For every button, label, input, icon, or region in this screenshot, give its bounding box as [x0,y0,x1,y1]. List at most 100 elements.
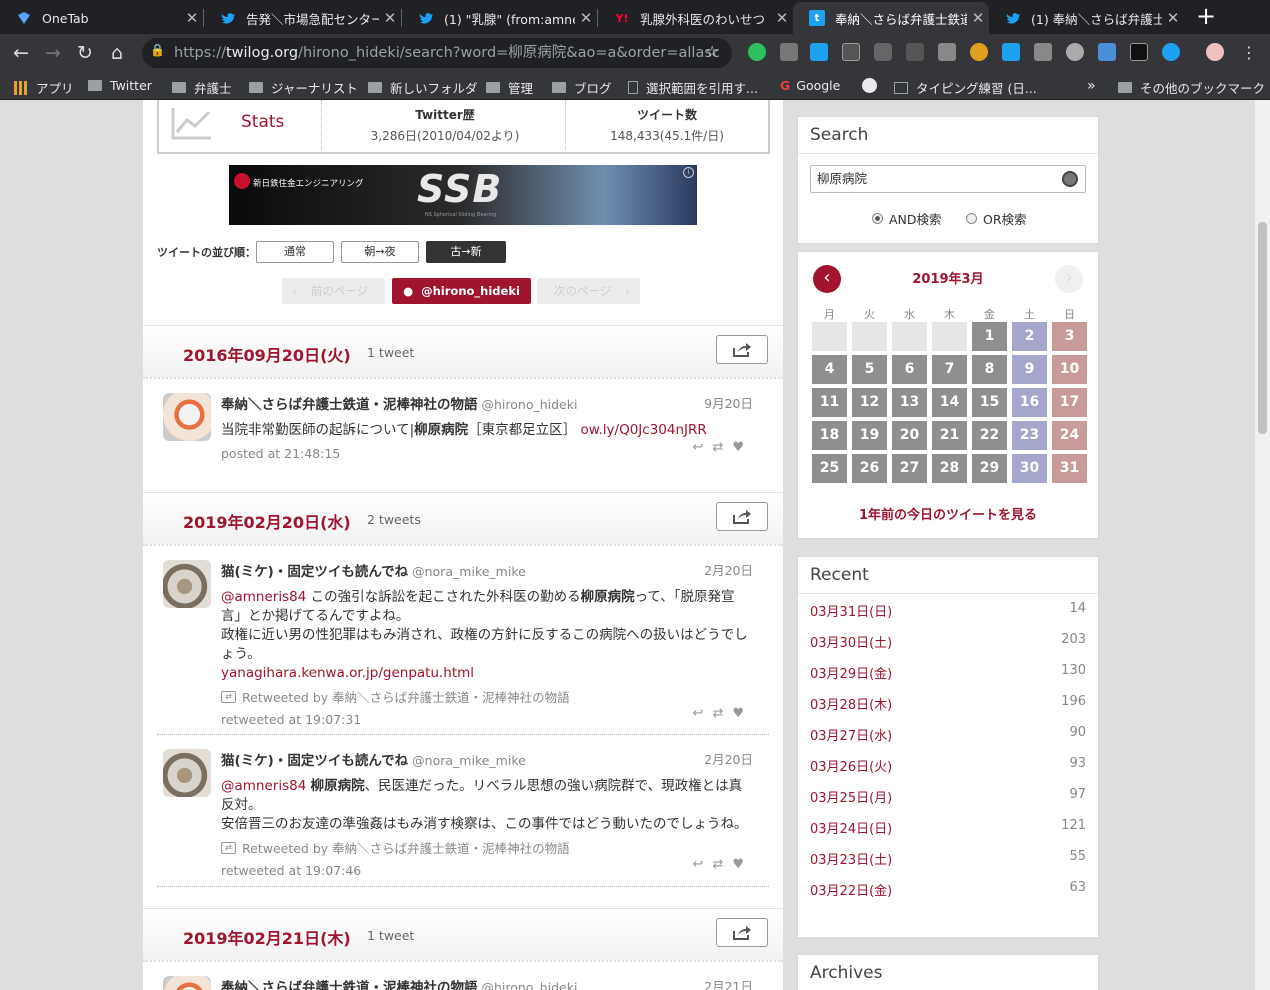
reply-icon[interactable]: ↩ [693,857,713,872]
calendar-day[interactable]: 8 [972,355,1007,384]
bookmark-other[interactable]: その他のブックマーク [1118,78,1265,97]
posted-time[interactable]: posted at 21:48:15 [221,446,753,461]
share-button[interactable] [716,335,768,364]
bookmark-google[interactable]: G Google [780,78,840,93]
posted-time[interactable]: retweeted at 19:07:46 [221,863,753,878]
calendar-day[interactable]: 2 [1012,322,1047,351]
twitter-extension-icon[interactable] [810,43,828,61]
calendar-day[interactable]: 16 [1012,388,1047,417]
calendar-day[interactable]: 21 [932,421,967,450]
calendar-day[interactable]: 24 [1052,421,1087,450]
or-search-radio[interactable]: OR検索 [966,209,1027,228]
calendar-day[interactable]: 3 [1052,322,1087,351]
menu-dots-icon[interactable]: ⋮ [1236,40,1262,66]
date-link[interactable]: 2016年09月20日(火) [183,342,351,366]
and-search-radio[interactable]: AND検索 [872,209,942,228]
close-icon[interactable]: ✕ [181,9,203,27]
user-page-button[interactable]: ● @hirono_hideki [392,278,531,304]
tweet-user-name[interactable]: 猫(ミケ)・固定ツイも読んでね [221,753,408,769]
date-link[interactable]: 2019年02月21日(木) [183,925,351,949]
recent-date[interactable]: 03月29日(金) [810,663,892,682]
calendar-day[interactable]: 15 [972,388,1007,417]
calendar-day[interactable]: 26 [852,454,887,483]
calendar-day[interactable]: 27 [892,454,927,483]
close-icon[interactable]: ✕ [1162,9,1184,27]
github-icon[interactable] [862,78,877,93]
page-scrollbar-thumb[interactable] [1258,222,1267,434]
recent-item[interactable]: 03月27日(水) 90 [810,717,1086,748]
calendar-day[interactable]: 29 [972,454,1007,483]
recent-date[interactable]: 03月30日(土) [810,632,892,651]
recent-date[interactable]: 03月22日(金) [810,880,892,899]
pocket-extension-icon[interactable] [874,43,892,61]
sort-normal-button[interactable]: 通常 [256,241,334,263]
avatar[interactable] [163,749,211,797]
calendar-day[interactable]: 9 [1012,355,1047,384]
recent-item[interactable]: 03月25日(月) 97 [810,779,1086,810]
recent-date[interactable]: 03月24日(日) [810,818,892,837]
tweet-link[interactable]: ow.ly/Q0Jc304nJRR [580,422,706,438]
calendar-day[interactable]: 22 [972,421,1007,450]
sort-old-new-button[interactable]: 古→新 [426,241,506,263]
calendar-day[interactable]: 20 [892,421,927,450]
tab-twilog-active[interactable]: t 奉納＼さらば弁護士鉄道 ✕ [793,2,989,34]
bookmark-folder[interactable]: 管理 [486,78,533,97]
calendar-day[interactable]: 11 [812,388,847,417]
calendar-day[interactable]: 5 [852,355,887,384]
tweet-date[interactable]: 2月20日 [704,560,753,579]
calendar-day[interactable]: 14 [932,388,967,417]
recent-item[interactable]: 03月23日(土) 55 [810,841,1086,872]
like-icon[interactable]: ♥ [732,440,753,455]
posted-time[interactable]: retweeted at 19:07:31 [221,712,753,727]
evernote-extension-icon[interactable] [748,43,766,61]
ad-info-icon[interactable]: i [683,167,694,178]
forward-button[interactable]: → [40,40,66,66]
recent-date[interactable]: 03月31日(日) [810,601,892,620]
tweet-screen-name[interactable]: @nora_mike_mike [412,564,526,579]
recent-item[interactable]: 03月30日(土) 203 [810,624,1086,655]
tweet-screen-name[interactable]: @hirono_hideki [482,397,578,412]
back-button[interactable]: ← [8,40,34,66]
calendar-day[interactable]: 19 [852,421,887,450]
avatar[interactable] [163,976,211,990]
extension-icon[interactable] [1162,43,1180,61]
recent-date[interactable]: 03月23日(土) [810,849,892,868]
tweet-mention[interactable]: @amneris84 [221,778,306,794]
reply-icon[interactable]: ↩ [693,706,713,721]
calendar-day[interactable]: 6 [892,355,927,384]
extension-icon[interactable] [842,43,860,61]
bookmark-folder[interactable]: 弁護士 [172,78,232,97]
calendar-day[interactable]: 28 [932,454,967,483]
share-button[interactable] [716,918,768,947]
search-icon[interactable] [1062,171,1078,187]
calendar-day[interactable]: 18 [812,421,847,450]
extension-icon[interactable] [1066,43,1084,61]
tweet-date[interactable]: 2月20日 [704,749,753,768]
search-input[interactable]: 柳原病院 [810,165,1086,193]
avatar[interactable] [163,393,211,441]
url-extension-icon[interactable] [1130,43,1148,61]
new-tab-button[interactable]: + [1192,4,1220,29]
like-icon[interactable]: ♥ [732,857,753,872]
close-icon[interactable]: ✕ [575,9,597,27]
calendar-day[interactable]: 7 [932,355,967,384]
bookmark-folder[interactable]: 新しいフォルダ [368,78,478,97]
close-icon[interactable]: ✕ [967,9,989,27]
extension-icon[interactable] [970,43,988,61]
address-bar[interactable]: https://twilog.org/hirono_hideki/search?… [142,38,732,68]
calendar-day[interactable]: 12 [852,388,887,417]
reload-button[interactable]: ↻ [72,40,98,66]
extension-icon[interactable] [1034,43,1052,61]
bookmark-page[interactable]: 選択範囲を引用す... [628,78,758,97]
retweet-icon[interactable]: ⇄ [712,706,732,721]
tweet-user-name[interactable]: 奉納＼さらば弁護士鉄道・泥棒神社の物語 [221,980,478,990]
extension-icon[interactable] [780,43,798,61]
next-page-button[interactable]: 次のページ › [537,278,640,304]
bookmark-typing[interactable]: タイピング練習 (日... [894,78,1037,97]
sort-morning-night-button[interactable]: 朝→夜 [341,241,419,263]
recent-date[interactable]: 03月25日(月) [810,787,892,806]
tab-twitter-3[interactable]: (1) 奉納＼さらば弁護士 ✕ [989,2,1184,34]
calendar-day[interactable]: 30 [1012,454,1047,483]
tweet-screen-name[interactable]: @nora_mike_mike [412,753,526,768]
calendar-day[interactable]: 17 [1052,388,1087,417]
